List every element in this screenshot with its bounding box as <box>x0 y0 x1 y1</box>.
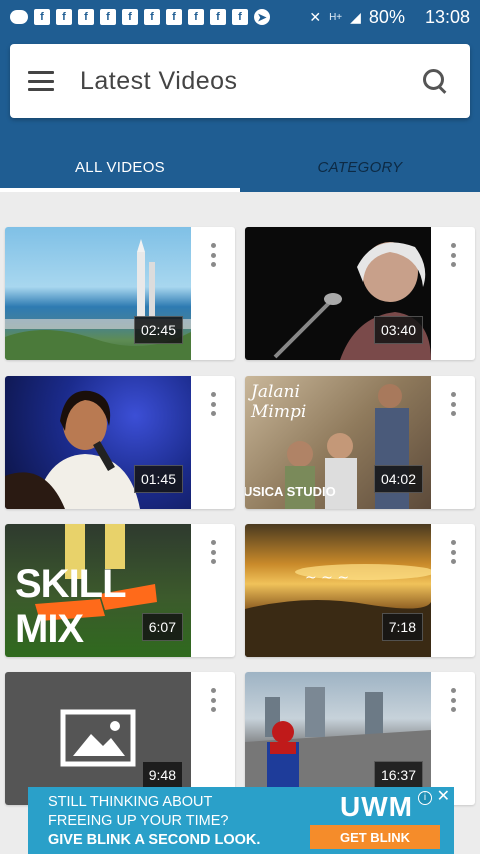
video-thumbnail[interactable]: SKILL MIX 6:07 <box>5 524 191 657</box>
facebook-icon: f <box>210 9 226 25</box>
video-duration: 03:40 <box>373 316 423 344</box>
video-card[interactable]: 02:45 <box>5 227 235 360</box>
tab-all-videos[interactable]: ALL VIDEOS <box>0 142 240 192</box>
video-card[interactable]: Jalani Mimpi USICA STUDIO 04:02 <box>245 376 475 509</box>
telegram-icon: ➤ <box>254 9 270 25</box>
video-duration: 02:45 <box>133 316 183 344</box>
video-thumbnail[interactable]: 03:40 <box>245 227 431 360</box>
network-type-label: H+ <box>329 11 343 23</box>
facebook-icon: f <box>56 9 72 25</box>
video-thumbnail[interactable]: ~ ~ ~ 7:18 <box>245 524 431 657</box>
facebook-icon: f <box>122 9 138 25</box>
ad-logo: UWM <box>340 791 413 822</box>
ad-line-2: FREEING UP YOUR TIME? <box>48 813 229 829</box>
video-duration: 16:37 <box>373 761 423 789</box>
more-options-icon[interactable] <box>451 243 457 267</box>
ad-text: STILL THINKING ABOUT FREEING UP YOUR TIM… <box>48 793 260 850</box>
thumbnail-caption: USICA STUDIO <box>245 484 336 499</box>
more-options-icon[interactable] <box>451 540 457 564</box>
video-card[interactable]: 03:40 <box>245 227 475 360</box>
app-header: Latest Videos ALL VIDEOS CATEGORY <box>0 34 480 192</box>
facebook-icon: f <box>188 9 204 25</box>
video-thumbnail[interactable]: 02:45 <box>5 227 191 360</box>
search-icon[interactable] <box>422 68 448 94</box>
more-options-icon[interactable] <box>211 688 217 712</box>
video-duration: 7:18 <box>381 613 423 641</box>
ad-cta-button[interactable]: GET BLINK <box>310 825 440 849</box>
thumbnail-caption: Mimpi <box>251 402 307 422</box>
video-duration: 6:07 <box>141 613 183 641</box>
video-thumbnail[interactable]: 16:37 <box>245 672 431 805</box>
video-card[interactable]: 9:48 <box>5 672 235 805</box>
status-bar: f f f f f f f f f f ➤ ✕ H+ ◢ 80% 13:08 <box>0 0 480 34</box>
hamburger-menu-icon[interactable] <box>28 71 54 91</box>
ad-line-3: GIVE BLINK A SECOND LOOK. <box>48 832 261 848</box>
tab-category[interactable]: CATEGORY <box>240 142 480 192</box>
tab-bar: ALL VIDEOS CATEGORY <box>0 142 480 192</box>
more-options-icon[interactable] <box>451 392 457 416</box>
clock: 13:08 <box>424 6 470 27</box>
ad-banner[interactable]: STILL THINKING ABOUT FREEING UP YOUR TIM… <box>28 787 454 854</box>
page-title: Latest Videos <box>80 66 238 95</box>
facebook-icon: f <box>166 9 182 25</box>
video-card[interactable]: 16:37 <box>245 672 475 805</box>
facebook-icon: f <box>100 9 116 25</box>
video-duration: 04:02 <box>373 465 423 493</box>
battery-level: 80% <box>368 6 405 27</box>
more-options-icon[interactable] <box>211 540 217 564</box>
facebook-icon: f <box>78 9 94 25</box>
video-duration: 9:48 <box>141 761 183 789</box>
ad-close-icon[interactable]: ✕ <box>437 789 450 805</box>
video-thumbnail[interactable]: 9:48 <box>5 672 191 805</box>
more-options-icon[interactable] <box>451 688 457 712</box>
mute-icon: ✕ <box>309 8 322 25</box>
facebook-icon: f <box>232 9 248 25</box>
video-duration: 01:45 <box>133 465 183 493</box>
chat-icon <box>10 10 28 24</box>
facebook-icon: f <box>34 9 50 25</box>
thumbnail-caption: Jalani <box>251 382 300 402</box>
signal-icon: ◢ <box>350 8 361 25</box>
toolbar-card: Latest Videos <box>10 44 470 118</box>
more-options-icon[interactable] <box>211 392 217 416</box>
video-card[interactable]: SKILL MIX 6:07 <box>5 524 235 657</box>
video-card[interactable]: 01:45 <box>5 376 235 509</box>
video-card[interactable]: ~ ~ ~ 7:18 <box>245 524 475 657</box>
notification-icons: f f f f f f f f f f ➤ <box>10 9 270 25</box>
more-options-icon[interactable] <box>211 243 217 267</box>
ad-info-icon[interactable]: i <box>418 791 432 805</box>
video-thumbnail[interactable]: 01:45 <box>5 376 191 509</box>
video-thumbnail[interactable]: Jalani Mimpi USICA STUDIO 04:02 <box>245 376 431 509</box>
svg-text:~ ~ ~: ~ ~ ~ <box>305 570 349 586</box>
ad-line-1: STILL THINKING ABOUT <box>48 794 213 810</box>
facebook-icon: f <box>144 9 160 25</box>
